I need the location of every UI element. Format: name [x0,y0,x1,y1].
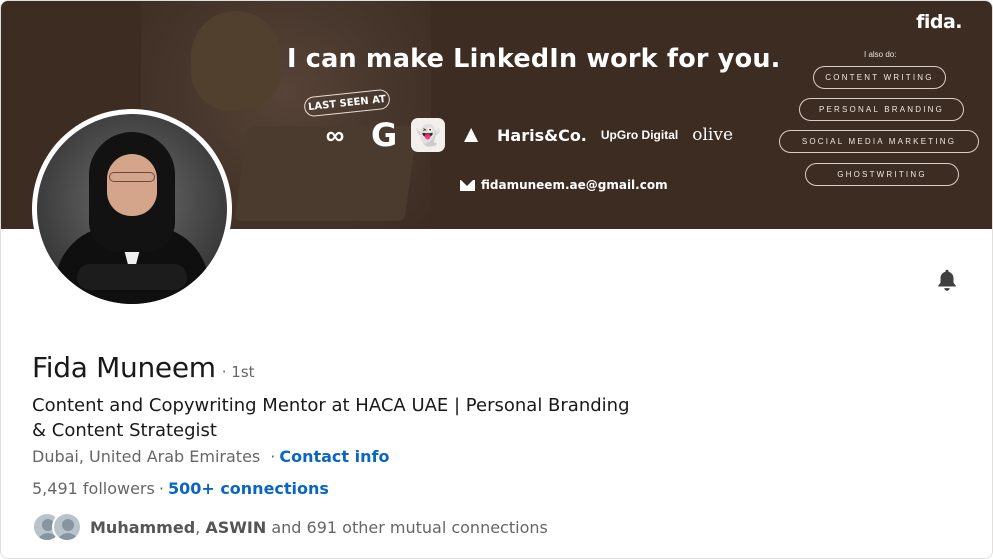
mutual-sep: , [195,517,201,537]
service-ghostwriting: GHOSTWRITING [805,163,959,186]
bell-icon [938,269,956,291]
haris-co-logo: Haris&Co. [497,125,587,145]
also-do-label: I also do: [864,50,897,59]
profile-avatar[interactable] [32,109,232,309]
avatar-arms [77,264,187,290]
profile-name: Fida Muneem [32,351,216,384]
banner-headline: I can make LinkedIn work for you. [287,44,781,74]
mutual-avatars [32,512,84,542]
service-content-writing: CONTENT WRITING [813,66,946,89]
profile-card: fida. I can make LinkedIn work for you. … [0,0,993,559]
mutual-name-2: ASWIN [205,517,267,537]
profile-location: Dubai, United Arab Emirates [32,447,261,466]
banner-email: fidamuneem.ae@gmail.com [460,178,668,192]
banner-email-text: fidamuneem.ae@gmail.com [481,178,668,192]
separator: · [270,447,276,466]
mutual-rest: and 691 other mutual connections [271,517,548,537]
avatar [52,512,82,542]
mail-icon [460,179,475,191]
infinity-logo-icon: ∞ [325,119,345,150]
followers-row: 5,491 followers · 500+ connections [32,479,329,498]
notification-bell-button[interactable] [932,265,962,295]
client-logos: ∞ G 👻 ▲ Haris&Co. UpGro Digital olive [313,116,734,154]
upgro-digital-logo: UpGro Digital [600,128,679,142]
connection-degree: · 1st [221,363,255,381]
followers-count: 5,491 followers [32,479,155,498]
connections-link[interactable]: 500+ connections [168,479,329,498]
snapchat-logo-icon: 👻 [411,118,446,152]
contact-info-link[interactable]: Contact info [279,447,389,466]
location-row: Dubai, United Arab Emirates · Contact in… [32,447,389,466]
service-social-media-marketing: SOCIAL MEDIA MARKETING [779,130,979,153]
avatar-photo [37,114,227,304]
mutual-name-1: Muhammed [90,517,196,537]
service-personal-branding: PERSONAL BRANDING [799,98,964,121]
avatar-glasses [109,172,155,182]
profile-headline: Content and Copywriting Mentor at HACA U… [32,395,630,441]
profile-name-row: Fida Muneem · 1st [32,351,255,384]
brand-logo: fida. [916,11,962,33]
google-logo-icon: G [371,116,398,154]
mutual-connections-link[interactable]: Muhammed, ASWIN and 691 other mutual con… [32,512,548,542]
banner-person [191,11,281,111]
mitsubishi-logo-icon: ▲ [459,121,484,148]
olive-logo: olive [692,125,734,145]
separator: · [158,479,164,498]
avatar-face [107,154,157,216]
